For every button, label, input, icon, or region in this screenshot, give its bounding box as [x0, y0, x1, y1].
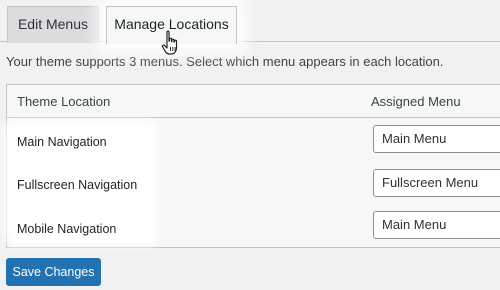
fullscreen-navigation-menu-select[interactable]: Fullscreen Menu [373, 169, 500, 197]
hand-pointer-icon [161, 30, 178, 55]
main-navigation-selected-value: Main Menu [382, 131, 447, 146]
location-main-navigation: Main Navigation [17, 135, 107, 149]
fullscreen-navigation-selected-value: Fullscreen Menu [382, 175, 479, 190]
tab-edit-menus-label: Edit Menus [17, 16, 89, 32]
column-header-assigned-menu: Assigned Menu [371, 94, 461, 109]
main-navigation-menu-select[interactable]: Main Menu [373, 125, 500, 153]
location-fullscreen-navigation: Fullscreen Navigation [17, 178, 138, 192]
nav-tab-bar: Edit Menus Manage Locations [0, 0, 500, 44]
locations-description: Your theme supports 3 menus. Select whic… [6, 54, 444, 69]
column-header-theme-location: Theme Location [17, 94, 111, 109]
mobile-navigation-selected-value: Main Menu [382, 217, 447, 232]
menu-locations-table: Theme Location Assigned Menu Main Naviga… [6, 84, 500, 248]
location-mobile-navigation: Mobile Navigation [17, 222, 117, 236]
table-header: Theme Location Assigned Menu [7, 85, 500, 118]
mobile-navigation-menu-select[interactable]: Main Menu [373, 211, 500, 239]
save-changes-button[interactable]: Save Changes [6, 258, 101, 286]
tab-edit-menus[interactable]: Edit Menus [7, 6, 99, 43]
